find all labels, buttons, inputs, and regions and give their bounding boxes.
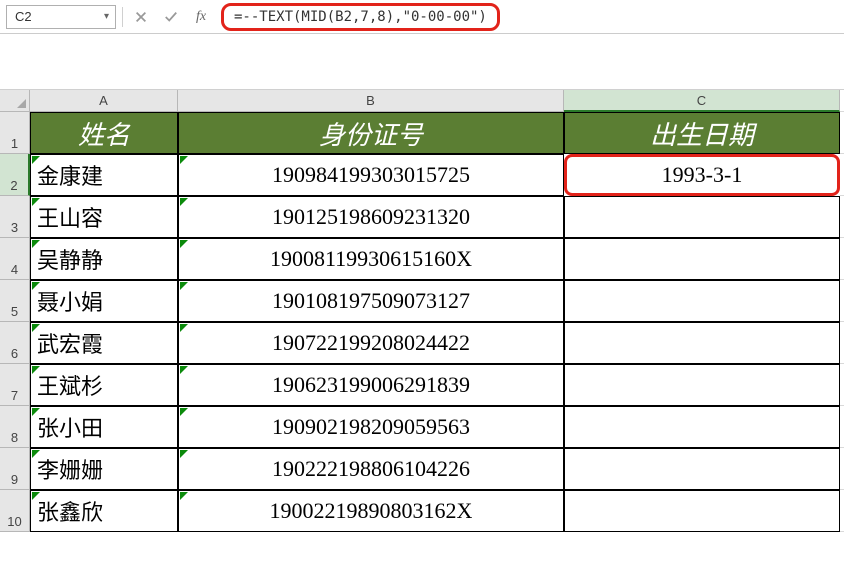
formula-input-highlight: =--TEXT(MID(B2,7,8),"0-00-00") bbox=[221, 3, 500, 31]
row-tail bbox=[840, 280, 844, 322]
row-tail bbox=[840, 238, 844, 280]
cell-A7[interactable]: 王斌杉 bbox=[30, 364, 178, 406]
row-tail bbox=[840, 196, 844, 238]
name-box-text: C2 bbox=[11, 9, 102, 24]
cell-A4[interactable]: 吴静静 bbox=[30, 238, 178, 280]
chevron-down-icon[interactable]: ▾ bbox=[102, 11, 111, 22]
cell-C6[interactable] bbox=[564, 322, 840, 364]
row-head-3[interactable]: 3 bbox=[0, 196, 30, 238]
cell-A9[interactable]: 李姗姗 bbox=[30, 448, 178, 490]
row-head-2[interactable]: 2 bbox=[0, 154, 30, 196]
cell-C3[interactable] bbox=[564, 196, 840, 238]
cell-B3[interactable]: 190125198609231320 bbox=[178, 196, 564, 238]
row-head-5[interactable]: 5 bbox=[0, 280, 30, 322]
col-head-C[interactable]: C bbox=[564, 90, 840, 112]
cell-C10[interactable] bbox=[564, 490, 840, 532]
cell-C7[interactable] bbox=[564, 364, 840, 406]
cell-A5[interactable]: 聂小娟 bbox=[30, 280, 178, 322]
cell-C8[interactable] bbox=[564, 406, 840, 448]
select-all-corner[interactable] bbox=[0, 90, 30, 112]
cell-B6[interactable]: 190722199208024422 bbox=[178, 322, 564, 364]
name-box[interactable]: C2 ▾ bbox=[6, 5, 116, 29]
cell-C2[interactable]: 1993-3-1 bbox=[564, 154, 840, 196]
cancel-formula-icon[interactable] bbox=[129, 5, 153, 29]
header-name[interactable]: 姓名 bbox=[30, 112, 178, 154]
cell-B4[interactable]: 19008119930615160X bbox=[178, 238, 564, 280]
row-tail bbox=[840, 322, 844, 364]
cell-B2[interactable]: 190984199303015725 bbox=[178, 154, 564, 196]
row-head-9[interactable]: 9 bbox=[0, 448, 30, 490]
row-head-8[interactable]: 8 bbox=[0, 406, 30, 448]
separator bbox=[122, 7, 123, 27]
col-head-tail bbox=[840, 90, 844, 112]
cell-B7[interactable]: 190623199006291839 bbox=[178, 364, 564, 406]
row-tail bbox=[840, 490, 844, 532]
fx-icon[interactable]: fx bbox=[189, 5, 213, 29]
header-id[interactable]: 身份证号 bbox=[178, 112, 564, 154]
col-head-A[interactable]: A bbox=[30, 90, 178, 112]
cell-A3[interactable]: 王山容 bbox=[30, 196, 178, 238]
header-date[interactable]: 出生日期 bbox=[564, 112, 840, 154]
cell-A8[interactable]: 张小田 bbox=[30, 406, 178, 448]
cell-B9[interactable]: 190222198806104226 bbox=[178, 448, 564, 490]
row-tail bbox=[840, 112, 844, 154]
row-tail bbox=[840, 364, 844, 406]
cell-C4[interactable] bbox=[564, 238, 840, 280]
row-head-10[interactable]: 10 bbox=[0, 490, 30, 532]
col-head-B[interactable]: B bbox=[178, 90, 564, 112]
cell-A2[interactable]: 金康建 bbox=[30, 154, 178, 196]
formula-input[interactable]: =--TEXT(MID(B2,7,8),"0-00-00") bbox=[234, 9, 487, 25]
row-head-1[interactable]: 1 bbox=[0, 112, 30, 154]
row-head-6[interactable]: 6 bbox=[0, 322, 30, 364]
row-tail bbox=[840, 154, 844, 196]
accept-formula-icon[interactable] bbox=[159, 5, 183, 29]
cell-B8[interactable]: 190902198209059563 bbox=[178, 406, 564, 448]
formula-bar: C2 ▾ fx =--TEXT(MID(B2,7,8),"0-00-00") bbox=[0, 0, 844, 34]
row-head-4[interactable]: 4 bbox=[0, 238, 30, 280]
cell-C5[interactable] bbox=[564, 280, 840, 322]
row-tail bbox=[840, 448, 844, 490]
spreadsheet-grid[interactable]: A B C 1 姓名 身份证号 出生日期 2 金康建 1909841993030… bbox=[0, 90, 844, 532]
cell-B10[interactable]: 19002219890803162X bbox=[178, 490, 564, 532]
cell-A10[interactable]: 张鑫欣 bbox=[30, 490, 178, 532]
cell-B5[interactable]: 190108197509073127 bbox=[178, 280, 564, 322]
row-tail bbox=[840, 406, 844, 448]
cell-C9[interactable] bbox=[564, 448, 840, 490]
row-head-7[interactable]: 7 bbox=[0, 364, 30, 406]
formula-expand-area bbox=[0, 34, 844, 90]
cell-A6[interactable]: 武宏霞 bbox=[30, 322, 178, 364]
